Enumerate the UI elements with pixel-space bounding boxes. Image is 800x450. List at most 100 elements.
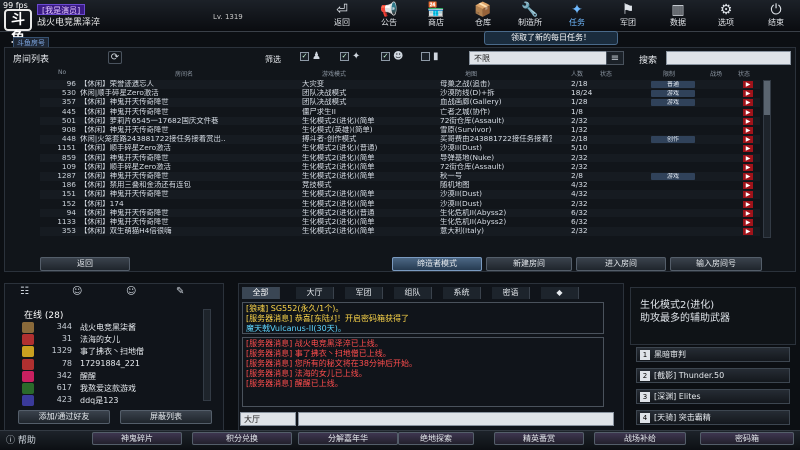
- help-button[interactable]: ⓘ 帮助: [6, 433, 36, 446]
- list-menu-icon[interactable]: ≡: [606, 51, 624, 65]
- filter-check-2[interactable]: ✓: [340, 52, 349, 61]
- filter-check-1[interactable]: ✓: [300, 52, 309, 61]
- points-exchange-button[interactable]: 积分兑换: [192, 432, 292, 445]
- chat-input[interactable]: [298, 412, 614, 426]
- tab-edit-icon[interactable]: ✎: [176, 286, 184, 297]
- join-arrow-icon[interactable]: ▶: [743, 90, 753, 98]
- table-row[interactable]: 151 【休闲】神鬼开天传奇降世 生化模式2(进化)(简单 沙漠II(Dust) 4/3…: [40, 190, 760, 200]
- god-fragment-button[interactable]: 神鬼碎片: [92, 432, 182, 445]
- table-row[interactable]: 908 【休闲】神鬼开天传奇降世 生化模式(英雄)(简单) 雪原(Survivor) 1…: [40, 126, 760, 135]
- tab-system[interactable]: 系统: [443, 287, 481, 299]
- tab-whisper[interactable]: 密语: [492, 287, 530, 299]
- nav-exit[interactable]: ⏻ 结束: [758, 2, 794, 30]
- friend-item[interactable]: 617 我熬爱这款游戏: [22, 383, 212, 395]
- table-row[interactable]: 859 【休闲】神鬼开天传奇降世 生化模式2(进化)(简单 导弹基地(Nuke) 2/3…: [40, 153, 760, 163]
- nav-options[interactable]: ⚙ 选项: [708, 2, 744, 30]
- online-header[interactable]: 在线 (28): [24, 308, 63, 321]
- friend-item[interactable]: 342 醒醒: [22, 370, 212, 383]
- table-row[interactable]: 1151 【休闲】顺手碎星Zero激活 生化模式2(进化)(普通) 沙漠II(Dust…: [40, 144, 760, 153]
- ranking-item[interactable]: 1 黑暗审判: [636, 347, 790, 362]
- battle-supply-button[interactable]: 战场补给: [594, 432, 686, 445]
- player-count-cell: 1/32: [571, 126, 588, 134]
- join-arrow-icon[interactable]: ▶: [743, 219, 753, 226]
- refresh-button[interactable]: ⟳: [108, 51, 122, 64]
- tab-clan[interactable]: 军团: [345, 287, 383, 299]
- join-arrow-icon[interactable]: ▶: [743, 136, 753, 144]
- nav-missions[interactable]: ✦ 任务: [559, 2, 595, 30]
- tab-list-icon[interactable]: ☷: [20, 286, 29, 297]
- join-arrow-icon[interactable]: ▶: [743, 173, 753, 180]
- join-arrow-icon[interactable]: ▶: [743, 81, 753, 88]
- table-row[interactable]: 353 【休闲】双生萌猫H4倍很嗨 生化模式2(进化)(简单 意大利(Italy) 2/…: [40, 227, 760, 236]
- join-arrow-icon[interactable]: ▶: [743, 154, 753, 162]
- ranking-item[interactable]: 3 [深渊] Elites: [636, 389, 790, 404]
- weapon-icon: ✦: [352, 51, 361, 62]
- shop-icon: 🏪: [427, 2, 445, 18]
- enter-room-number-button[interactable]: 输入房间号: [670, 257, 762, 271]
- table-row[interactable]: 530 休闲|顺手碎星Zero激活 团队决战模式 沙漠防线(D)+拆 18/24 游戏 ▶: [40, 89, 760, 98]
- join-arrow-icon[interactable]: ▶: [743, 99, 753, 107]
- tab-diamond-icon[interactable]: ◆: [541, 287, 579, 299]
- ranking-label: 黑暗审判: [654, 350, 686, 359]
- tab-clan-icon[interactable]: ☺: [126, 286, 136, 297]
- join-arrow-icon[interactable]: ▶: [743, 209, 753, 217]
- join-arrow-icon[interactable]: ▶: [743, 108, 753, 116]
- join-arrow-icon[interactable]: ▶: [743, 191, 753, 199]
- table-row[interactable]: 445 【休闲】神鬼开天传奇降世 僵尸求生II 亡者之城(协作) 1/8 ▶: [40, 108, 760, 117]
- scroll-thumb[interactable]: [764, 81, 770, 115]
- filter-check-3[interactable]: ✓: [381, 52, 390, 61]
- join-arrow-icon[interactable]: ▶: [743, 127, 753, 134]
- nav-clan[interactable]: ⚑ 军团: [610, 2, 646, 30]
- nav-warehouse[interactable]: 📦 仓库: [465, 2, 501, 30]
- ranking-item[interactable]: 4 [天骑] 突击霸精: [636, 410, 790, 425]
- search-input[interactable]: [666, 51, 791, 65]
- table-row[interactable]: 1133 【休闲】神鬼开天传奇降世 生化模式2(进化)(简单 生化危机II(Abyss…: [40, 218, 760, 227]
- tab-lobby[interactable]: 大厅: [296, 287, 334, 299]
- tab-all[interactable]: 全部: [242, 287, 280, 299]
- filter-check-4[interactable]: [421, 52, 430, 61]
- return-button[interactable]: 返回: [40, 257, 130, 271]
- jedi-explore-button[interactable]: 绝地探索: [398, 432, 474, 445]
- ranking-item[interactable]: 2 [截影] Thunder.50: [636, 368, 790, 383]
- elite-reward-button[interactable]: 精英番赏: [494, 432, 584, 445]
- nav-back[interactable]: ⏎ 返回: [324, 2, 360, 30]
- join-arrow-icon[interactable]: ▶: [743, 228, 753, 236]
- table-row[interactable]: 96 【休闲】荣誉迹遗忘人 大灾变 母巢之战(追击) 2/18 普通 ▶: [40, 80, 760, 89]
- nav-workshop[interactable]: 🔧 制造所: [512, 2, 548, 30]
- creator-mode-button[interactable]: 缔造者模式: [392, 257, 482, 271]
- join-arrow-icon[interactable]: ▶: [743, 200, 753, 208]
- add-friend-button[interactable]: 添加/通过好友: [18, 410, 110, 424]
- friend-list-scrollbar[interactable]: [203, 309, 211, 401]
- password-box-button[interactable]: 密码箱: [700, 432, 794, 445]
- block-list-button[interactable]: 屏蔽列表: [120, 410, 212, 424]
- friend-item[interactable]: 31 法海的女儿: [22, 334, 212, 346]
- table-row[interactable]: 1287 【休闲】神鬼开天传奇降世 生化模式2(进化)(简单 秋一号 2/8 游戏 ▶: [40, 172, 760, 181]
- enter-room-button[interactable]: 进入房间: [576, 257, 666, 271]
- mode-dropdown[interactable]: 不限: [469, 51, 619, 65]
- join-arrow-icon[interactable]: ▶: [743, 145, 753, 153]
- table-row[interactable]: 94 【休闲】神鬼开天传奇降世 生化模式2(进化)(普通 生化危机II(Abyss2)…: [40, 208, 760, 218]
- table-row[interactable]: 448 休闲|火笼套路243881722接任务接着赏出.. 搏斗者-创作模式 买哥费由…: [40, 135, 760, 144]
- friend-item[interactable]: 1329 事了拂衣丶扫地僧: [22, 346, 212, 358]
- table-row[interactable]: 152 【休闲】174 生化模式2(进化)(简单 沙漠II(Dust) 2/32 ▶: [40, 200, 760, 209]
- nav-stats[interactable]: ▥ 数据: [660, 2, 696, 30]
- new-room-button[interactable]: 新建房间: [486, 257, 572, 271]
- table-row[interactable]: 109 【休闲】顺手碎星Zero激活 生化模式2(进化)(简单 72街仓库(Assau…: [40, 163, 760, 172]
- tab-team[interactable]: 组队: [394, 287, 432, 299]
- friend-item[interactable]: 78 17291884_221: [22, 358, 212, 371]
- table-row[interactable]: 357 【休闲】神鬼开天传奇降世 团队决战模式 血战画廊(Gallery) 1/28 游戏…: [40, 98, 760, 108]
- tab-friends-icon[interactable]: ☺: [72, 286, 82, 297]
- decompose-carnival-button[interactable]: 分解嘉年华: [298, 432, 398, 445]
- friend-name: 17291884_221: [80, 358, 140, 368]
- friend-item[interactable]: 423 ddq是123: [22, 395, 212, 407]
- table-row[interactable]: 501 【休闲】萝莉片6545一17682国庆文件巷 生化模式2(进化)(简单 72街…: [40, 116, 760, 126]
- friend-item[interactable]: 344 战火电竞黑柒酱: [22, 322, 212, 334]
- nav-announcement[interactable]: 📢 公告: [371, 2, 407, 30]
- ranking-label: [深渊] Elites: [654, 392, 701, 401]
- join-arrow-icon[interactable]: ▶: [743, 182, 753, 190]
- chat-channel-select[interactable]: 大厅: [240, 412, 296, 426]
- join-arrow-icon[interactable]: ▶: [743, 163, 753, 171]
- nav-shop[interactable]: 🏪 商店: [418, 2, 454, 30]
- join-arrow-icon[interactable]: ▶: [743, 117, 753, 125]
- table-row[interactable]: 186 【休闲】禁用三叠和金汤还有连包 竞技模式 随机地图 4/32 ▶: [40, 181, 760, 190]
